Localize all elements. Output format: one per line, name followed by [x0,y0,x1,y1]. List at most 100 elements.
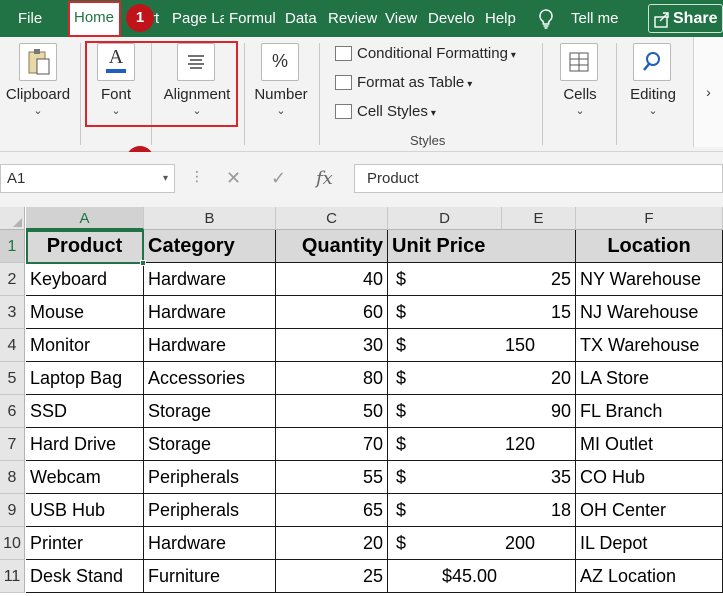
category-cell[interactable]: Hardware [144,263,276,296]
location-cell[interactable]: NJ Warehouse [576,296,723,329]
unit-price-cell[interactable]: $120 [388,428,576,461]
product-cell[interactable]: Monitor [26,329,144,362]
unit-price-cell[interactable]: $18 [388,494,576,527]
row-header[interactable]: 1 [0,230,25,263]
quantity-cell[interactable]: 55 [276,461,388,494]
unit-price-cell[interactable]: $20 [388,362,576,395]
check-icon[interactable]: ✓ [271,164,286,193]
product-cell[interactable]: Printer [26,527,144,560]
header-cell-unit-price[interactable]: Unit Price [388,230,576,263]
location-cell[interactable]: IL Depot [576,527,723,560]
category-cell[interactable]: Storage [144,395,276,428]
product-cell[interactable]: USB Hub [26,494,144,527]
category-cell[interactable]: Peripherals [144,494,276,527]
header-cell-quantity[interactable]: Quantity [276,230,388,263]
category-cell[interactable]: Hardware [144,527,276,560]
tell-me-search[interactable]: Tell me [571,0,631,37]
row-header[interactable]: 10 [0,527,25,560]
product-cell[interactable]: SSD [26,395,144,428]
quantity-cell[interactable]: 60 [276,296,388,329]
location-cell[interactable]: FL Branch [576,395,723,428]
tab-review[interactable]: Review [328,0,378,37]
category-cell[interactable]: Furniture [144,560,276,593]
tab-view[interactable]: View [385,0,421,37]
font-group[interactable]: A Font ⌄ [86,37,146,152]
row-header[interactable]: 3 [0,296,25,329]
location-cell[interactable]: MI Outlet [576,428,723,461]
category-cell[interactable]: Storage [144,428,276,461]
row-header[interactable]: 11 [0,560,25,593]
header-cell-location[interactable]: Location [576,230,723,263]
unit-price-cell[interactable]: $90 [388,395,576,428]
formula-bar-grip[interactable]: ⋮ [190,168,204,185]
conditional-formatting-button[interactable]: Conditional Formatting ▾ [335,42,516,66]
row-header[interactable]: 9 [0,494,25,527]
column-header-b[interactable]: B [144,207,276,230]
format-as-table-button[interactable]: Format as Table ▾ [335,71,472,95]
alignment-group[interactable]: Alignment ⌄ [156,37,238,152]
location-cell[interactable]: LA Store [576,362,723,395]
row-header[interactable]: 2 [0,263,25,296]
row-header[interactable]: 7 [0,428,25,461]
tab-data[interactable]: Data [285,0,321,37]
tab-formulas[interactable]: Formul [229,0,279,37]
cell-styles-button[interactable]: Cell Styles ▾ [335,100,436,124]
location-cell[interactable]: TX Warehouse [576,329,723,362]
product-cell[interactable]: Hard Drive [26,428,144,461]
ribbon-scroll-right-button[interactable]: › [693,37,723,147]
quantity-cell[interactable]: 70 [276,428,388,461]
row-header[interactable]: 5 [0,362,25,395]
column-header-e[interactable]: E [502,207,576,230]
share-button[interactable]: Share [648,4,723,33]
select-all-button[interactable] [0,207,25,230]
location-cell[interactable]: NY Warehouse [576,263,723,296]
category-cell[interactable]: Accessories [144,362,276,395]
formula-input[interactable]: Product [354,164,723,193]
quantity-cell[interactable]: 25 [276,560,388,593]
location-cell[interactable]: OH Center [576,494,723,527]
row-header[interactable]: 4 [0,329,25,362]
unit-price-cell[interactable]: $15 [388,296,576,329]
insert-function-icon[interactable]: fx [316,164,333,193]
header-cell-product[interactable]: Product [26,230,144,263]
row-header[interactable]: 8 [0,461,25,494]
cancel-icon[interactable]: ✕ [226,164,241,193]
unit-price-cell[interactable]: $45.00 [388,560,576,593]
product-cell[interactable]: Webcam [26,461,144,494]
column-header-f[interactable]: F [576,207,723,230]
quantity-cell[interactable]: 50 [276,395,388,428]
row-header[interactable]: 6 [0,395,25,428]
tab-help[interactable]: Help [485,0,521,37]
product-cell[interactable]: Keyboard [26,263,144,296]
quantity-cell[interactable]: 80 [276,362,388,395]
unit-price-cell[interactable]: $200 [388,527,576,560]
quantity-cell[interactable]: 65 [276,494,388,527]
tab-file[interactable]: File [18,0,44,37]
clipboard-group[interactable]: Clipboard ⌄ [0,37,76,152]
tab-developer[interactable]: Develo [428,0,478,37]
product-cell[interactable]: Laptop Bag [26,362,144,395]
unit-price-cell[interactable]: $25 [388,263,576,296]
name-box[interactable]: A1 ▾ [0,164,175,193]
editing-group[interactable]: Editing ⌄ [620,37,686,152]
cells-group[interactable]: Cells ⌄ [547,37,613,152]
tab-page-layout[interactable]: Page La [172,0,224,37]
tab-home[interactable]: Home [69,3,119,37]
column-header-a[interactable]: A [26,207,144,230]
product-cell[interactable]: Desk Stand [26,560,144,593]
quantity-cell[interactable]: 30 [276,329,388,362]
unit-price-cell[interactable]: $35 [388,461,576,494]
unit-price-cell[interactable]: $150 [388,329,576,362]
category-cell[interactable]: Peripherals [144,461,276,494]
category-cell[interactable]: Hardware [144,329,276,362]
column-header-d[interactable]: D [388,207,502,230]
location-cell[interactable]: AZ Location [576,560,723,593]
header-cell-category[interactable]: Category [144,230,276,263]
product-cell[interactable]: Mouse [26,296,144,329]
location-cell[interactable]: CO Hub [576,461,723,494]
quantity-cell[interactable]: 20 [276,527,388,560]
column-header-c[interactable]: C [276,207,388,230]
quantity-cell[interactable]: 40 [276,263,388,296]
category-cell[interactable]: Hardware [144,296,276,329]
number-group[interactable]: % Number ⌄ [248,37,314,152]
